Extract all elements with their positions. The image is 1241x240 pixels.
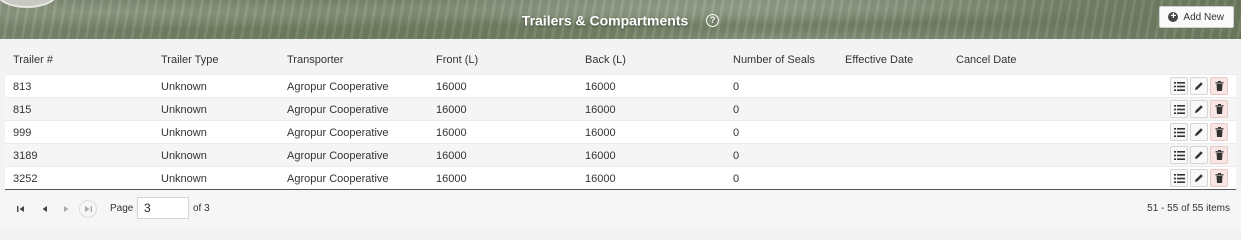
row-actions — [1170, 146, 1228, 164]
pencil-icon — [1194, 173, 1204, 183]
column-header-effective-date[interactable]: Effective Date — [845, 54, 913, 66]
column-header-seals[interactable]: Number of Seals — [733, 54, 815, 66]
column-header-trailer[interactable]: Trailer # — [13, 54, 53, 66]
list-icon — [1173, 127, 1185, 137]
cell-transporter: Agropur Cooperative — [287, 127, 389, 139]
table-row[interactable]: 3189 Unknown Agropur Cooperative 16000 16000… — [5, 143, 1236, 166]
edit-button[interactable] — [1190, 169, 1208, 187]
cell-back: 16000 — [585, 104, 616, 116]
cell-trailer: 813 — [13, 81, 32, 93]
cell-front: 16000 — [436, 173, 467, 185]
cell-front: 16000 — [436, 150, 467, 162]
cell-transporter: Agropur Cooperative — [287, 150, 389, 162]
list-icon — [1173, 81, 1185, 91]
row-actions — [1170, 169, 1228, 187]
previous-page-icon[interactable] — [35, 200, 53, 218]
column-header-cancel-date[interactable]: Cancel Date — [956, 54, 1017, 66]
trash-icon — [1215, 127, 1224, 137]
row-actions — [1170, 123, 1228, 141]
page-title-bar: Trailers & Compartments ? — [0, 11, 1241, 28]
list-icon — [1173, 104, 1185, 114]
cell-trailer-type: Unknown — [161, 81, 207, 93]
cell-trailer: 999 — [13, 127, 32, 139]
add-new-button[interactable]: + Add New — [1159, 6, 1234, 28]
delete-button[interactable] — [1210, 100, 1228, 118]
plus-circle-icon: + — [1168, 12, 1179, 22]
list-icon — [1173, 150, 1185, 160]
cell-front: 16000 — [436, 104, 467, 116]
cell-trailer: 3189 — [13, 150, 38, 162]
cell-trailer-type: Unknown — [161, 150, 207, 162]
cell-trailer-type: Unknown — [161, 127, 207, 139]
page-header: Trailers & Compartments ? + Add New — [0, 0, 1241, 39]
list-icon — [1173, 173, 1185, 183]
cell-back: 16000 — [585, 173, 616, 185]
items-info: 51 - 55 of 55 items — [1147, 203, 1230, 214]
trash-icon — [1215, 150, 1224, 160]
delete-button[interactable] — [1210, 123, 1228, 141]
trailers-grid: Trailer # Trailer Type Transporter Front… — [5, 47, 1236, 190]
next-page-icon[interactable] — [57, 200, 75, 218]
add-new-label: Add New — [1183, 11, 1224, 23]
cell-back: 16000 — [585, 150, 616, 162]
cell-front: 16000 — [436, 127, 467, 139]
edit-button[interactable] — [1190, 77, 1208, 95]
cell-seals: 0 — [733, 173, 740, 185]
cell-seals: 0 — [733, 104, 740, 116]
delete-button[interactable] — [1210, 77, 1228, 95]
question-circle-icon[interactable]: ? — [706, 13, 720, 27]
edit-button[interactable] — [1190, 146, 1208, 164]
cell-transporter: Agropur Cooperative — [287, 81, 389, 93]
row-actions — [1170, 100, 1228, 118]
cell-transporter: Agropur Cooperative — [287, 173, 389, 185]
table-row[interactable]: 3252 Unknown Agropur Cooperative 16000 16000… — [5, 166, 1236, 189]
row-actions — [1170, 77, 1228, 95]
table-row[interactable]: 999 Unknown Agropur Cooperative 16000 16000 0 — [5, 120, 1236, 143]
compartments-button[interactable] — [1170, 146, 1188, 164]
first-page-icon[interactable] — [11, 200, 29, 218]
cell-back: 16000 — [585, 127, 616, 139]
edit-button[interactable] — [1190, 123, 1208, 141]
compartments-button[interactable] — [1170, 100, 1188, 118]
cell-seals: 0 — [733, 81, 740, 93]
edit-button[interactable] — [1190, 100, 1208, 118]
delete-button[interactable] — [1210, 146, 1228, 164]
pager: Page of 3 51 - 55 of 55 items — [0, 191, 1241, 226]
page-count-label: of 3 — [193, 203, 210, 214]
column-header-trailer-type[interactable]: Trailer Type — [161, 54, 218, 66]
trash-icon — [1215, 104, 1224, 114]
cell-seals: 0 — [733, 150, 740, 162]
compartments-button[interactable] — [1170, 77, 1188, 95]
cell-transporter: Agropur Cooperative — [287, 104, 389, 116]
pencil-icon — [1194, 150, 1204, 160]
trash-icon — [1215, 81, 1224, 91]
page-title: Trailers & Compartments — [521, 12, 689, 29]
delete-button[interactable] — [1210, 169, 1228, 187]
trash-icon — [1215, 173, 1224, 183]
cell-trailer: 3252 — [13, 173, 38, 185]
grid-bottom-border — [5, 189, 1236, 190]
cell-front: 16000 — [436, 81, 467, 93]
page-label: Page — [110, 203, 134, 214]
page-number-input[interactable] — [137, 197, 189, 219]
cell-trailer: 815 — [13, 104, 32, 116]
cell-trailer-type: Unknown — [161, 104, 207, 116]
cell-trailer-type: Unknown — [161, 173, 207, 185]
compartments-button[interactable] — [1170, 169, 1188, 187]
grid-header: Trailer # Trailer Type Transporter Front… — [5, 47, 1236, 74]
cell-seals: 0 — [733, 127, 740, 139]
compartments-button[interactable] — [1170, 123, 1188, 141]
column-header-front[interactable]: Front (L) — [436, 54, 478, 66]
table-row[interactable]: 815 Unknown Agropur Cooperative 16000 16000 0 — [5, 97, 1236, 120]
pencil-icon — [1194, 81, 1204, 91]
column-header-back[interactable]: Back (L) — [585, 54, 626, 66]
pencil-icon — [1194, 127, 1204, 137]
pencil-icon — [1194, 104, 1204, 114]
column-header-transporter[interactable]: Transporter — [287, 54, 343, 66]
cell-back: 16000 — [585, 81, 616, 93]
table-row[interactable]: 813 Unknown Agropur Cooperative 16000 16000 0 — [5, 74, 1236, 97]
last-page-icon[interactable] — [79, 200, 97, 218]
